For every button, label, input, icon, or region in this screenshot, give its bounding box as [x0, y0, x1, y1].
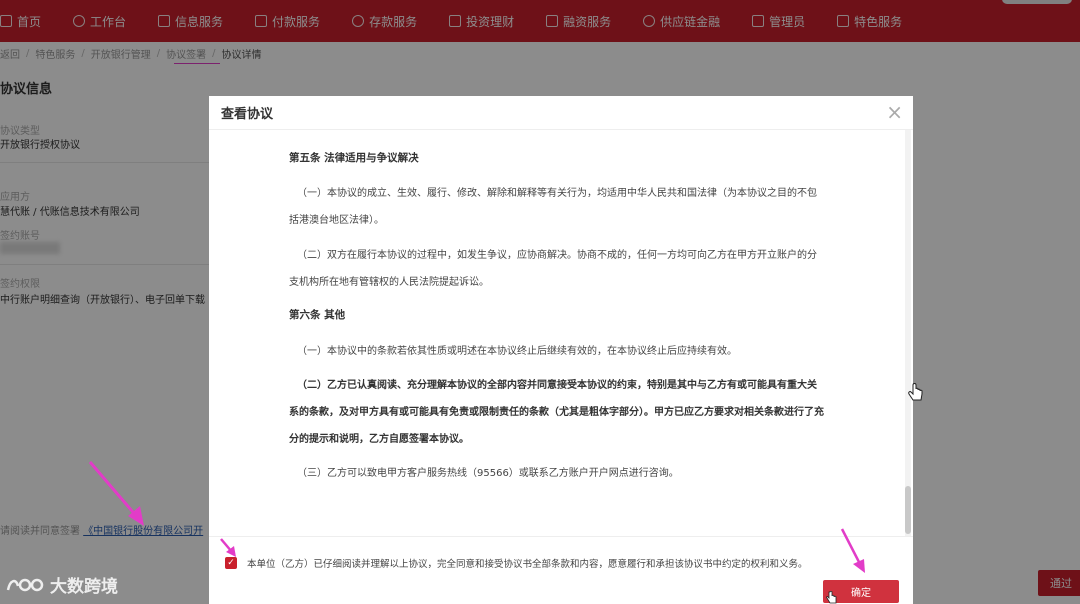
clause-6-paragraph-2-line-3: 分的提示和说明，乙方自愿签署本协议。 [289, 434, 469, 445]
clause-5-paragraph-2-line-2: 支机构所在地有管辖权的人民法院提起诉讼。 [289, 277, 489, 288]
clause-6-paragraph-1: （一）本协议中的条款若依其性质或明述在本协议终止后继续有效的，在本协议终止后应持… [297, 346, 737, 357]
agree-statement: 本单位（乙方）已仔细阅读并理解以上协议，完全同意和接受协议书全部条款和内容，愿意… [247, 559, 808, 570]
scrollbar-thumb[interactable] [905, 486, 911, 534]
watermark: 大数跨境 [4, 572, 118, 597]
hand-cursor-icon [826, 591, 837, 604]
clause-6-paragraph-2-line-2: 系的条款，及对甲方具有或可能具有免责或限制责任的条款（尤其是粗体字部分）。甲方已… [289, 407, 824, 418]
agreement-content[interactable]: 第五条 法律适用与争议解决 （一）本协议的成立、生效、履行、修改、解除和解释等有… [209, 130, 913, 536]
close-icon[interactable]: × [886, 102, 903, 122]
clause-6-paragraph-3: （三）乙方可以致电甲方客户服务热线（95566）或联系乙方账户开户网点进行咨询。 [297, 468, 679, 479]
view-agreement-modal: 查看协议 × 第五条 法律适用与争议解决 （一）本协议的成立、生效、履行、修改、… [209, 96, 913, 604]
checkmark-icon: ✓ [227, 558, 235, 568]
hand-cursor-icon [908, 383, 923, 401]
clause-6-paragraph-2-line-1: （二）乙方已认真阅读、充分理解本协议的全部内容并同意接受本协议的约束，特别是其中… [297, 380, 817, 391]
clause-5-paragraph-1-line-2: 括港澳台地区法律）。 [289, 215, 384, 226]
clause-5-title: 第五条 法律适用与争议解决 [289, 152, 419, 164]
clause-6-title: 第六条 其他 [289, 309, 346, 321]
modal-title: 查看协议 [221, 107, 274, 122]
watermark-logo-icon [6, 578, 44, 591]
clause-5-paragraph-1-line-1: （一）本协议的成立、生效、履行、修改、解除和解释等有关行为，均适用中华人民共和国… [297, 188, 817, 199]
watermark-text: 大数跨境 [50, 577, 118, 597]
modal-header: 查看协议 × [209, 96, 913, 130]
agree-checkbox[interactable]: ✓ [225, 557, 237, 569]
clause-5-paragraph-2-line-1: （二）双方在履行本协议的过程中，如发生争议，应协商解决。协商不成的，任何一方均可… [297, 250, 817, 261]
modal-footer: ✓ 本单位（乙方）已仔细阅读并理解以上协议，完全同意和接受协议书全部条款和内容，… [209, 536, 913, 604]
scrollbar-track[interactable] [905, 130, 911, 536]
